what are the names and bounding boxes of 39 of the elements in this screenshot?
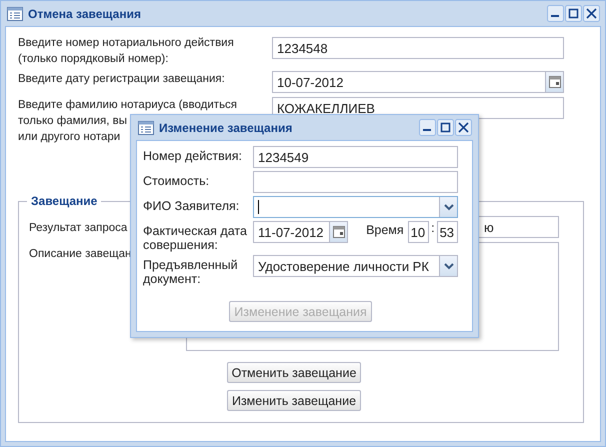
- minutes-field[interactable]: 53: [436, 221, 458, 243]
- field-label: Введите фамилию нотариуса (вводиться: [18, 98, 238, 111]
- field-label: Номер действия:: [143, 148, 244, 163]
- input-field[interactable]: [253, 171, 458, 193]
- input-field[interactable]: 1234548: [272, 37, 564, 59]
- field-label: Описание завещан: [29, 248, 132, 260]
- hours-field[interactable]: 10: [408, 221, 430, 243]
- combo-field[interactable]: [253, 196, 458, 218]
- field-label: Предъявленный документ:: [143, 257, 239, 286]
- time-label: Время: [366, 222, 404, 237]
- time-separator: :: [431, 221, 435, 235]
- dropdown-button[interactable]: [439, 197, 457, 217]
- dialog-title: Изменение завещания: [159, 120, 294, 134]
- field-label: Фактическая дата совершения:: [143, 223, 248, 252]
- field-label: Введите номер нотариального действия: [18, 36, 234, 49]
- window-title: Отмена завещания: [28, 6, 142, 20]
- field-label: (только порядковый номер):: [18, 52, 168, 65]
- dropdown-button[interactable]: [439, 256, 457, 276]
- date-field[interactable]: 11-07-2012: [253, 221, 348, 243]
- field-label: или другого нотари: [18, 130, 120, 143]
- field-label: Стоимость:: [143, 173, 210, 188]
- field-label: Результат запроса: [29, 222, 128, 234]
- chevron-down-icon: [444, 204, 454, 210]
- window-icon: [138, 120, 154, 134]
- calendar-button[interactable]: [329, 222, 348, 242]
- chevron-down-icon: [444, 262, 454, 270]
- calendar-button[interactable]: [545, 72, 563, 92]
- input-field[interactable]: 1234549: [253, 146, 458, 168]
- date-field[interactable]: 10-07-2012: [272, 71, 564, 93]
- field-label: Введите дату регистрации завещания:: [18, 72, 225, 85]
- action-button[interactable]: Изменить завещание: [226, 390, 362, 411]
- field-label: ФИО Заявителя:: [143, 198, 240, 213]
- window-icon: [7, 6, 23, 20]
- action-button[interactable]: Отменить завещание: [226, 362, 362, 383]
- group-legend: Завещание: [27, 194, 102, 208]
- field-label: только фамилия, вы: [18, 114, 128, 127]
- window-controls-icon[interactable]: [419, 119, 473, 136]
- window-controls-icon[interactable]: [547, 5, 601, 22]
- combo-field[interactable]: Удостоверение личности РК: [253, 255, 458, 277]
